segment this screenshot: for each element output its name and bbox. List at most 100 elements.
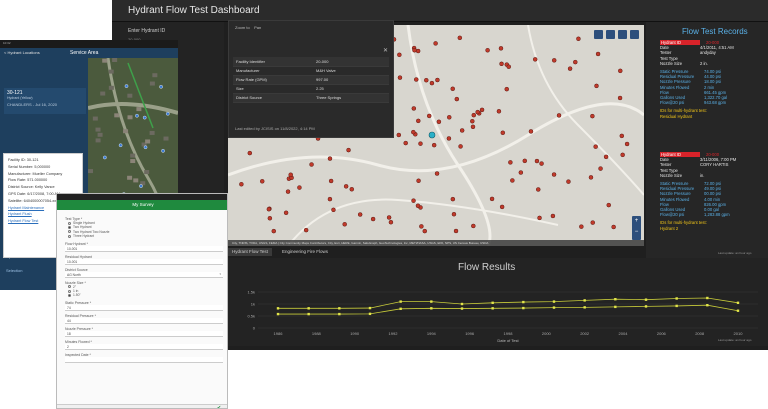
hydrant-marker[interactable] [573,59,578,65]
aerial-hydrant-marker[interactable] [135,113,139,118]
aerial-hydrant-marker[interactable] [118,143,123,148]
data-point[interactable] [644,305,648,308]
map-zoom-control[interactable]: + − [632,216,641,240]
hydrant-marker[interactable] [283,210,289,216]
survey-field-input[interactable]: 18 [65,330,223,337]
tab-engineering-fire-flows[interactable]: Engineering Fire Flows [278,248,332,256]
hydrant-marker[interactable] [606,202,611,208]
data-point[interactable] [307,307,310,310]
hydrant-marker[interactable] [396,132,402,138]
hydrant-marker[interactable] [579,224,584,229]
data-point[interactable] [614,305,617,309]
hydrant-marker[interactable] [508,160,513,165]
hydrant-marker[interactable] [500,130,506,136]
hydrant-marker[interactable] [343,184,349,189]
data-point[interactable] [522,300,525,304]
hydrant-marker[interactable] [370,216,376,222]
hydrant-marker[interactable] [412,47,417,53]
hydrant-marker[interactable] [504,86,509,92]
survey-field-input[interactable] [65,356,223,363]
data-point[interactable] [430,307,433,310]
hydrant-marker[interactable] [266,206,272,212]
hydrant-marker[interactable] [471,223,476,229]
selected-feature-card[interactable]: 30-121 Hydrant (Yellow) CHANDLERS - Jul … [4,88,86,114]
hydrant-marker[interactable] [424,77,429,83]
hydrant-marker[interactable] [450,86,455,92]
selected-hydrant-marker[interactable] [428,131,436,139]
aerial-hydrant-marker[interactable] [142,115,147,120]
aerial-hydrant-marker[interactable] [143,145,148,150]
data-point[interactable] [368,312,372,316]
data-point[interactable] [736,301,740,304]
hydrant-marker[interactable] [499,61,504,67]
survey-field-input[interactable]: 10-001 [65,245,223,252]
survey-field-input[interactable]: 44 [65,317,223,324]
hydrant-marker[interactable] [603,154,609,160]
hydrant-marker[interactable] [470,124,476,130]
hydrant-marker[interactable] [433,41,438,46]
hydrant-marker[interactable] [436,119,442,125]
hydrant-marker[interactable] [239,182,244,187]
hydrant-marker[interactable] [342,222,347,227]
data-point[interactable] [675,297,678,300]
hydrant-marker[interactable] [328,178,334,184]
data-point[interactable] [307,312,310,316]
hydrant-marker[interactable] [411,106,417,111]
hydrant-marker[interactable] [556,113,562,118]
hydrant-marker[interactable] [453,228,459,234]
hydrant-marker[interactable] [397,75,403,80]
data-point[interactable] [276,312,280,316]
data-point[interactable] [644,298,648,301]
hydrant-marker[interactable] [522,158,528,164]
hydrant-marker[interactable] [414,77,419,82]
hydrant-marker[interactable] [346,147,351,153]
hydrant-marker[interactable] [349,187,355,192]
hydrant-marker[interactable] [416,118,421,124]
hydrant-marker[interactable] [434,171,440,176]
hydrant-marker[interactable] [598,166,603,171]
aerial-hydrant-marker[interactable] [165,111,170,116]
aerial-hydrant-marker[interactable] [159,84,163,89]
hydrant-marker[interactable] [435,77,440,83]
hydrant-marker[interactable] [247,150,253,156]
hydrant-marker[interactable] [267,215,273,221]
hydrant-marker[interactable] [447,115,452,120]
hydrant-marker[interactable] [471,112,477,118]
survey-field-input[interactable]: AG North ▾ [65,271,223,278]
hydrant-marker[interactable] [496,109,502,114]
hydrant-marker[interactable] [618,68,623,74]
hydrant-marker[interactable] [458,144,463,149]
map-legend-button[interactable] [606,30,615,39]
hydrant-marker[interactable] [594,83,599,89]
hydrant-marker[interactable] [459,128,465,133]
hydrant-marker[interactable] [454,96,460,102]
hydrant-marker[interactable] [403,140,408,146]
hydrant-marker[interactable] [418,141,423,146]
data-point[interactable] [368,306,372,310]
test-type-option[interactable]: Three Hydrant [68,234,223,238]
data-point[interactable] [583,306,586,309]
hydrant-marker[interactable] [259,179,265,184]
hydrant-marker[interactable] [475,109,480,115]
hydrant-marker[interactable] [536,187,541,192]
map-fullscreen-button[interactable] [618,30,627,39]
hydrant-marker[interactable] [450,196,456,202]
hydrant-marker[interactable] [415,203,421,209]
data-point[interactable] [614,298,617,301]
survey-field-input[interactable]: 10-001 [65,258,223,265]
hydrant-marker[interactable] [498,46,504,51]
hydrant-marker[interactable] [617,95,623,101]
hydrant-marker[interactable] [357,212,363,217]
map-layers-button[interactable] [594,30,603,39]
hydrant-marker[interactable] [297,185,302,190]
hydrant-marker[interactable] [470,118,475,124]
hydrant-marker[interactable] [327,156,333,161]
data-point[interactable] [491,301,494,304]
hydrant-marker[interactable] [386,215,392,220]
hydrant-marker[interactable] [451,211,457,217]
hydrant-marker[interactable] [271,228,277,234]
hydrant-marker[interactable] [416,178,421,184]
data-point[interactable] [276,307,280,310]
hydrant-marker[interactable] [590,113,595,119]
hydrant-marker[interactable] [411,198,416,203]
